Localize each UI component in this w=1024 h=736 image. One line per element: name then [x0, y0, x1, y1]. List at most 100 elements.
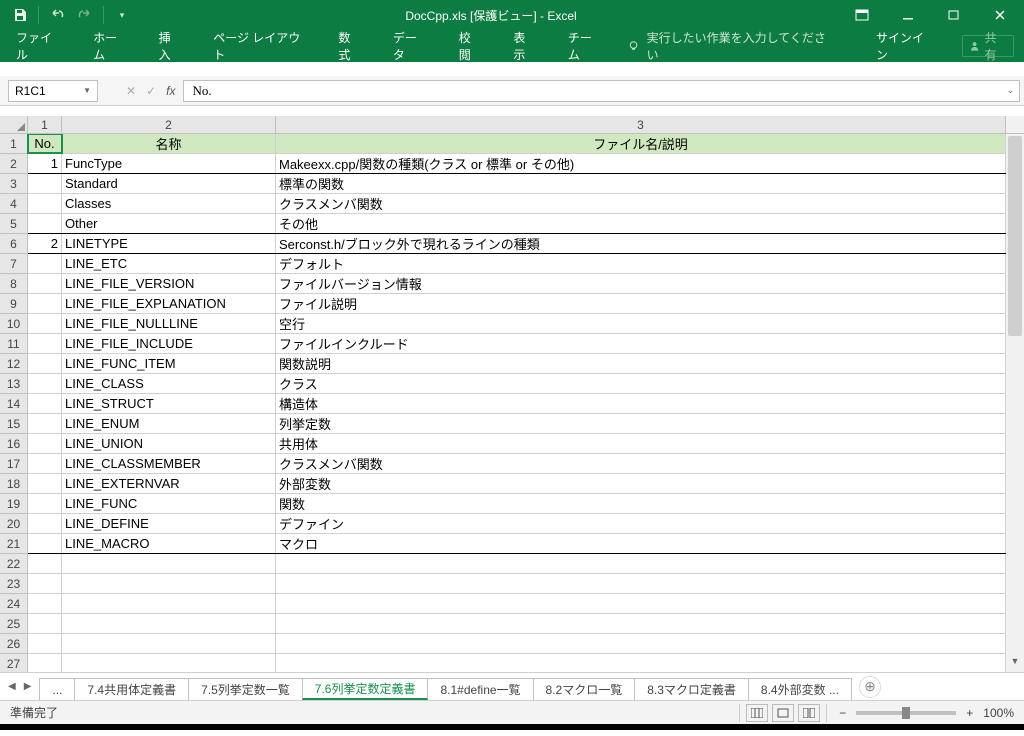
- tab-file[interactable]: ファイル: [10, 23, 67, 69]
- sheet-tab[interactable]: 8.2マクロ一覧: [533, 678, 636, 700]
- cell[interactable]: 関数説明: [276, 354, 1006, 373]
- row-header[interactable]: 20: [0, 514, 27, 534]
- cell[interactable]: LINE_ETC: [62, 254, 276, 273]
- cell[interactable]: マクロ: [276, 534, 1006, 553]
- col-header[interactable]: 3: [276, 116, 1006, 133]
- cell[interactable]: [28, 434, 62, 453]
- cell[interactable]: [28, 294, 62, 313]
- cell[interactable]: LINE_CLASS: [62, 374, 276, 393]
- sheet-tab[interactable]: 7.4共用体定義書: [74, 678, 189, 700]
- row-header[interactable]: 16: [0, 434, 27, 454]
- row-header[interactable]: 15: [0, 414, 27, 434]
- cell[interactable]: [28, 474, 62, 493]
- cell[interactable]: ファイルインクルード: [276, 334, 1006, 353]
- cell[interactable]: LINE_EXTERNVAR: [62, 474, 276, 493]
- close-icon[interactable]: [978, 1, 1022, 29]
- row-header[interactable]: 22: [0, 554, 27, 574]
- cell[interactable]: 名称: [62, 134, 276, 153]
- cell[interactable]: [28, 594, 62, 613]
- cell[interactable]: [276, 654, 1006, 672]
- row-header[interactable]: 1: [0, 134, 27, 154]
- cell[interactable]: [28, 614, 62, 633]
- cell[interactable]: [28, 194, 62, 213]
- tab-nav-prev-icon[interactable]: ◀: [6, 679, 18, 694]
- cell[interactable]: [28, 374, 62, 393]
- view-page-layout-icon[interactable]: [772, 704, 794, 722]
- cell[interactable]: [28, 414, 62, 433]
- tab-insert[interactable]: 挿入: [153, 23, 188, 69]
- cell[interactable]: ファイルバージョン情報: [276, 274, 1006, 293]
- cell[interactable]: LINETYPE: [62, 234, 276, 253]
- signin-link[interactable]: サインイン: [866, 29, 942, 63]
- cell[interactable]: [62, 554, 276, 573]
- col-header[interactable]: 2: [62, 116, 276, 133]
- name-box[interactable]: R1C1 ▼: [8, 80, 98, 102]
- row-header[interactable]: 14: [0, 394, 27, 414]
- cell[interactable]: LINE_FUNC_ITEM: [62, 354, 276, 373]
- add-sheet-button[interactable]: ⊕: [859, 676, 881, 698]
- col-header[interactable]: 1: [28, 116, 62, 133]
- row-header[interactable]: 19: [0, 494, 27, 514]
- cell[interactable]: [28, 454, 62, 473]
- cell[interactable]: Other: [62, 214, 276, 233]
- row-header[interactable]: 25: [0, 614, 27, 634]
- cell[interactable]: Serconst.h/ブロック外で現れるラインの種類: [276, 234, 1006, 253]
- cell[interactable]: [28, 314, 62, 333]
- cell[interactable]: [28, 494, 62, 513]
- cell[interactable]: Makeexx.cpp/関数の種類(クラス or 標準 or その他): [276, 154, 1006, 173]
- sheet-tab-active[interactable]: 7.6列挙定数定義書: [302, 678, 429, 700]
- cell[interactable]: [28, 574, 62, 593]
- enter-icon[interactable]: ✓: [146, 84, 156, 98]
- cell[interactable]: クラスメンバ関数: [276, 454, 1006, 473]
- select-all-corner[interactable]: [0, 116, 28, 133]
- tab-home[interactable]: ホーム: [87, 23, 133, 69]
- cell[interactable]: LINE_STRUCT: [62, 394, 276, 413]
- row-header[interactable]: 17: [0, 454, 27, 474]
- cell[interactable]: [28, 214, 62, 233]
- zoom-level[interactable]: 100%: [983, 706, 1014, 720]
- cell[interactable]: LINE_FILE_INCLUDE: [62, 334, 276, 353]
- share-button[interactable]: 共有: [962, 35, 1014, 57]
- cell[interactable]: [62, 634, 276, 653]
- cell[interactable]: [62, 614, 276, 633]
- cell[interactable]: デフォルト: [276, 254, 1006, 273]
- cell[interactable]: [28, 174, 62, 193]
- cell[interactable]: LINE_FILE_NULLLINE: [62, 314, 276, 333]
- row-header[interactable]: 23: [0, 574, 27, 594]
- row-header[interactable]: 5: [0, 214, 27, 234]
- row-header[interactable]: 7: [0, 254, 27, 274]
- cell[interactable]: [28, 274, 62, 293]
- row-header[interactable]: 4: [0, 194, 27, 214]
- cell[interactable]: クラスメンバ関数: [276, 194, 1006, 213]
- cell[interactable]: FuncType: [62, 154, 276, 173]
- row-header[interactable]: 21: [0, 534, 27, 554]
- zoom-slider[interactable]: [856, 711, 956, 715]
- cell[interactable]: [28, 534, 62, 553]
- maximize-icon[interactable]: [932, 1, 976, 29]
- scroll-thumb[interactable]: [1008, 136, 1022, 336]
- formula-input[interactable]: No.: [183, 80, 1002, 102]
- scroll-down-icon[interactable]: ▼: [1006, 656, 1024, 672]
- row-header[interactable]: 11: [0, 334, 27, 354]
- cell[interactable]: ファイル説明: [276, 294, 1006, 313]
- row-header[interactable]: 27: [0, 654, 27, 672]
- chevron-down-icon[interactable]: ▼: [83, 86, 91, 95]
- cell[interactable]: [276, 594, 1006, 613]
- tell-me[interactable]: 実行したい作業を入力してください: [627, 29, 826, 63]
- row-header[interactable]: 12: [0, 354, 27, 374]
- cell[interactable]: [62, 574, 276, 593]
- cell[interactable]: [28, 354, 62, 373]
- cell[interactable]: 列挙定数: [276, 414, 1006, 433]
- cell[interactable]: [276, 554, 1006, 573]
- cell[interactable]: LINE_CLASSMEMBER: [62, 454, 276, 473]
- cell[interactable]: [28, 634, 62, 653]
- cell[interactable]: [276, 574, 1006, 593]
- cell[interactable]: LINE_FUNC: [62, 494, 276, 513]
- cell[interactable]: ファイル名/説明: [276, 134, 1006, 153]
- cell[interactable]: 共用体: [276, 434, 1006, 453]
- cell[interactable]: LINE_UNION: [62, 434, 276, 453]
- cell[interactable]: 外部変数: [276, 474, 1006, 493]
- row-header[interactable]: 10: [0, 314, 27, 334]
- cell[interactable]: LINE_MACRO: [62, 534, 276, 553]
- row-header[interactable]: 24: [0, 594, 27, 614]
